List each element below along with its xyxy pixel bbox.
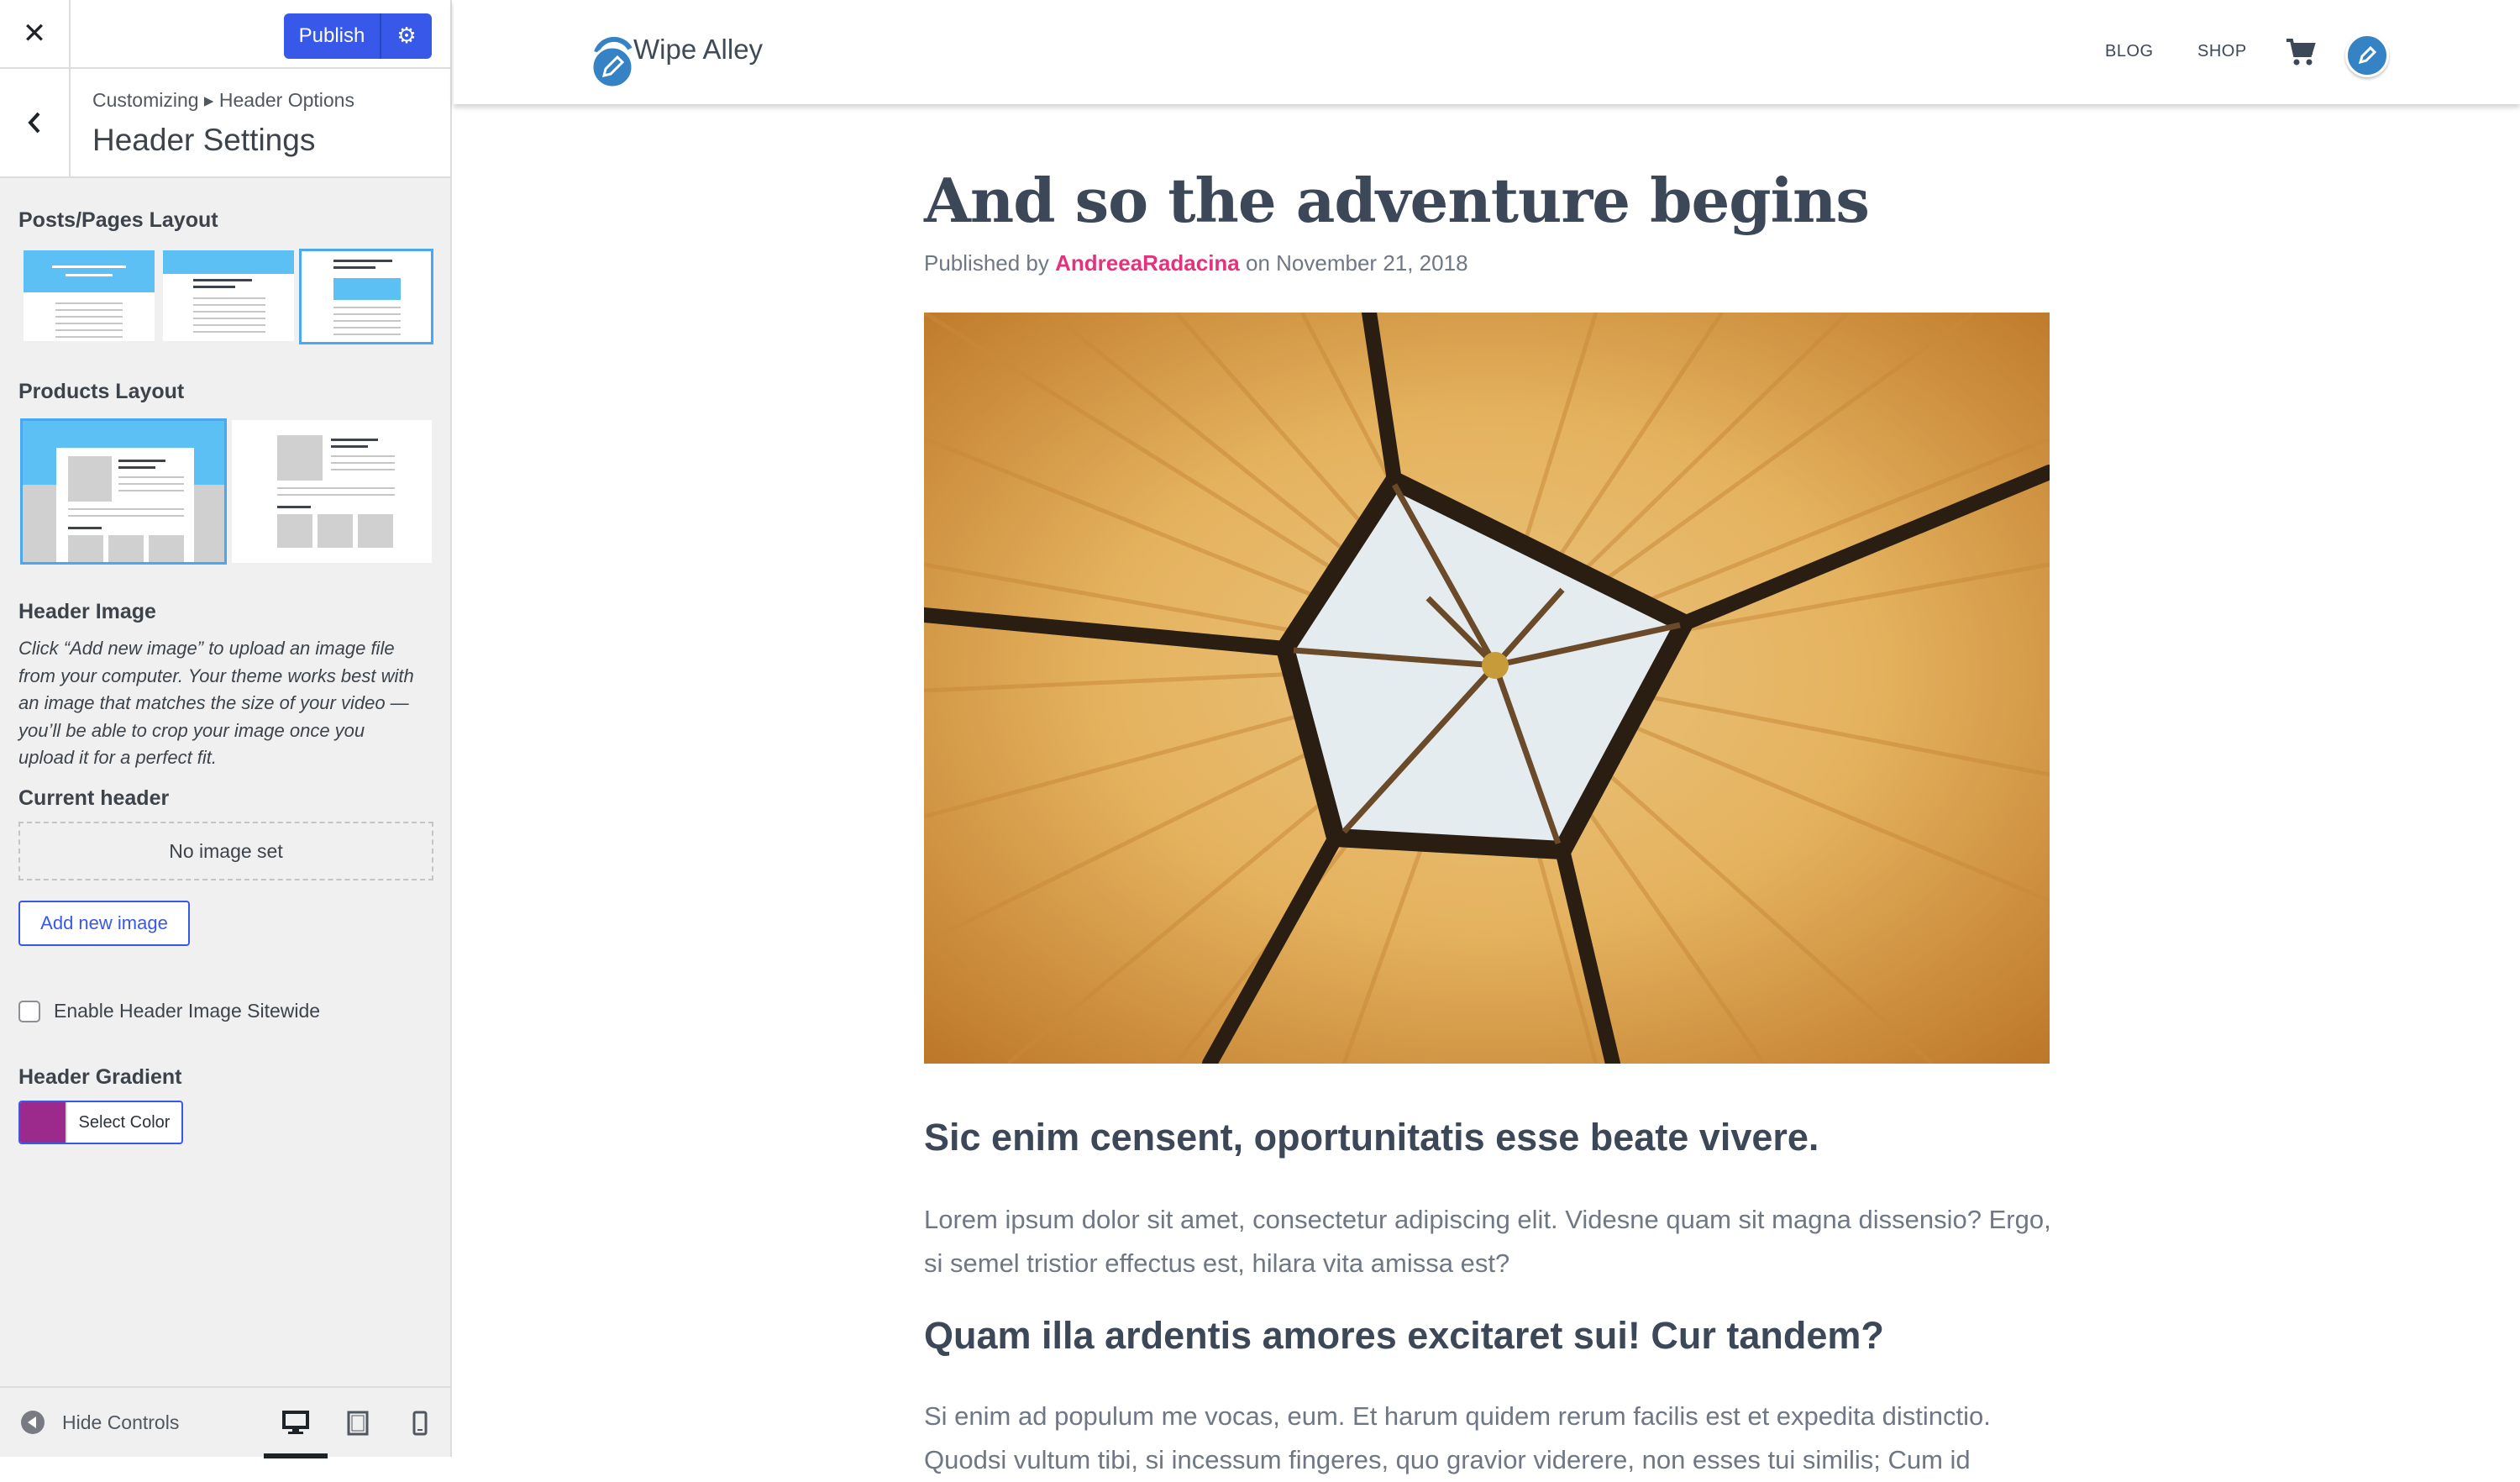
posts-layout-option-1[interactable] — [22, 249, 156, 343]
byline-prefix: Published by — [924, 250, 1049, 276]
nav-shop-link[interactable]: SHOP — [2197, 42, 2247, 61]
sitewide-option: Enable Header Image Sitewide — [18, 1000, 320, 1022]
featured-image — [924, 313, 2050, 1064]
logo-icon[interactable] — [590, 34, 635, 89]
section-header: Customizing ▸ Header Options Header Sett… — [0, 69, 450, 178]
publish-settings-button[interactable]: ⚙ — [380, 13, 432, 59]
products-layout-title: Products Layout — [18, 380, 185, 403]
panel-title: Header Settings — [92, 123, 316, 157]
hide-controls-button[interactable]: Hide Controls — [20, 1410, 179, 1435]
no-image-text: No image set — [169, 839, 283, 862]
gear-icon: ⚙ — [396, 24, 417, 49]
desktop-preview-button[interactable] — [277, 1406, 314, 1440]
back-button[interactable] — [0, 69, 71, 176]
close-customizer-button[interactable]: ✕ — [0, 0, 71, 67]
select-color-label: Select Color — [66, 1102, 181, 1143]
select-color-button[interactable]: Select Color — [18, 1101, 183, 1144]
tablet-icon — [347, 1411, 369, 1436]
current-header-title: Current header — [18, 786, 170, 810]
edit-shortcut-button[interactable] — [2345, 34, 2389, 77]
header-gradient-title: Header Gradient — [18, 1065, 182, 1089]
mobile-preview-button[interactable] — [402, 1406, 438, 1440]
tablet-preview-button[interactable] — [339, 1406, 376, 1440]
header-image-title: Header Image — [18, 600, 156, 623]
close-icon: ✕ — [22, 17, 47, 50]
posts-layout-option-3[interactable] — [299, 249, 433, 344]
chevron-left-icon — [28, 112, 40, 134]
header-image-description: Click “Add new image” to upload an image… — [18, 638, 414, 768]
customizer-header: ✕ Publish ⚙ — [0, 0, 450, 69]
enable-header-image-sitewide-checkbox[interactable] — [18, 1000, 40, 1022]
add-new-image-button[interactable]: Add new image — [18, 901, 190, 946]
selected-device-indicator — [264, 1453, 328, 1458]
site-title[interactable]: Wipe Alley — [633, 34, 763, 66]
paragraph-2: Si enim ad populum me vocas, eum. Et har… — [924, 1401, 1991, 1474]
sitewide-label: Enable Header Image Sitewide — [54, 1000, 321, 1022]
pencil-icon — [2358, 45, 2377, 65]
desktop-icon — [282, 1411, 309, 1434]
breadcrumb: Customizing ▸ Header Options — [92, 89, 354, 111]
current-header-placeholder: No image set — [18, 822, 433, 880]
customizer-footer: Hide Controls — [0, 1386, 450, 1458]
section-heading-2: Quam illa ardentis amores excitaret sui!… — [924, 1314, 1884, 1357]
site-header: Wipe Alley BLOG SHOP — [454, 0, 2520, 104]
author-link[interactable]: AndreeaRadacina — [1055, 250, 1240, 276]
nav-blog-link[interactable]: BLOG — [2105, 42, 2154, 61]
posts-layout-title: Posts/Pages Layout — [18, 208, 218, 232]
customizer-sidebar: ✕ Publish ⚙ Customizing ▸ Header Options… — [0, 0, 452, 1458]
collapse-arrow-icon — [21, 1411, 45, 1434]
publish-button[interactable]: Publish — [284, 13, 380, 59]
paragraph-1: Lorem ipsum dolor sit amet, consectetur … — [924, 1205, 2051, 1278]
section-heading-1: Sic enim censent, oportunitatis esse bea… — [924, 1116, 1819, 1159]
hide-controls-label: Hide Controls — [62, 1411, 180, 1433]
post-title: And so the adventure begins — [924, 165, 1870, 236]
post-byline: Published by AndreeaRadacina on November… — [924, 250, 1468, 276]
products-layout-option-1[interactable] — [20, 418, 227, 565]
posts-layout-option-2[interactable] — [161, 249, 296, 343]
products-layout-option-2[interactable] — [230, 418, 433, 565]
byline-date: on November 21, 2018 — [1246, 250, 1468, 276]
cart-icon[interactable] — [2285, 37, 2317, 67]
publish-group: Publish ⚙ — [284, 13, 432, 59]
color-swatch — [20, 1102, 66, 1143]
mobile-icon — [412, 1411, 428, 1436]
